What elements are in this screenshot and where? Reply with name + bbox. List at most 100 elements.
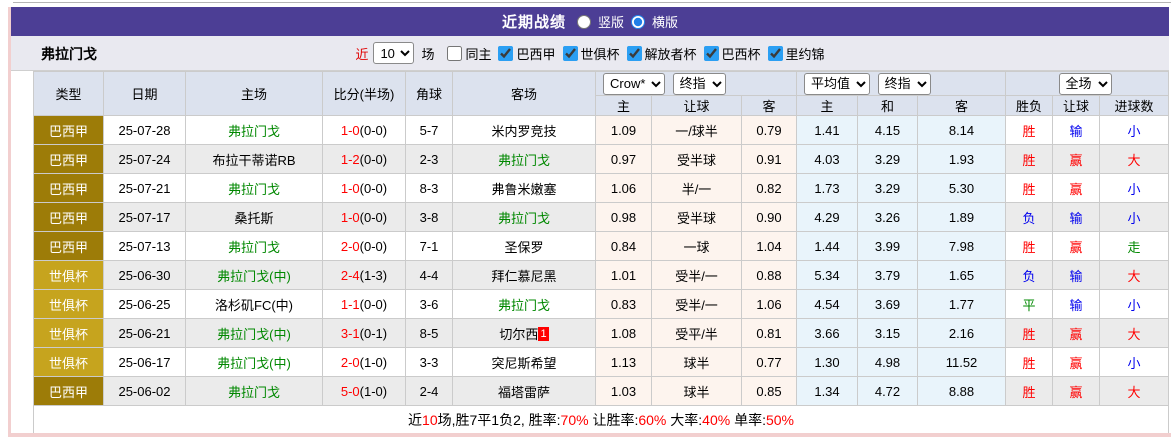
match-row: 巴西甲 25-07-24 布拉干蒂诺RB 1-2(0-0) 2-3 弗拉门戈 0… xyxy=(33,144,1170,174)
scope-select[interactable]: 全场 xyxy=(1058,72,1112,95)
match-row: 巴西甲 25-06-02 弗拉门戈 5-0(1-0) 2-4 福塔雷萨 1.03… xyxy=(33,376,1170,406)
avg-odds-draw: 3.69 xyxy=(857,289,918,319)
odds-away: 0.88 xyxy=(741,260,797,290)
away-team-name: 突尼斯希望 xyxy=(491,355,557,371)
odds-home: 0.83 xyxy=(595,289,652,319)
score-cell: 1-0(0-0) xyxy=(322,115,406,145)
away-team[interactable]: 弗拉门戈 xyxy=(452,202,596,232)
avg-odds-home: 1.73 xyxy=(796,173,858,203)
corner-count: 8-3 xyxy=(405,173,453,203)
half-time-score: (0-0) xyxy=(359,180,388,196)
league-badge: 巴西甲 xyxy=(33,144,104,174)
sub-header-avg-draw: 和 xyxy=(857,95,918,116)
away-team[interactable]: 弗拉门戈 xyxy=(452,289,596,319)
club-world-cup-checkbox[interactable] xyxy=(562,45,578,61)
sub-header-handicap-result: 让球 xyxy=(1052,95,1101,116)
score-cell: 2-0(0-0) xyxy=(322,231,406,261)
full-time-score: 5-0 xyxy=(340,383,360,399)
handicap-line: 受半/一 xyxy=(651,289,742,319)
average-select[interactable]: 平均值 xyxy=(804,72,870,95)
home-team[interactable]: 桑托斯 xyxy=(185,202,323,232)
bookmaker-final-select[interactable]: 终指 xyxy=(672,72,726,95)
avg-odds-home: 1.30 xyxy=(796,347,858,377)
average-final-select[interactable]: 终指 xyxy=(877,72,931,95)
sub-header-handicap: 让球 xyxy=(651,95,742,116)
goals-result: 小 xyxy=(1099,202,1170,232)
avg-odds-away: 1.77 xyxy=(916,289,1007,319)
odds-away: 0.82 xyxy=(741,173,797,203)
panel-title: 近期战绩 xyxy=(501,14,566,31)
half-time-score: (0-1) xyxy=(359,325,388,341)
avg-odds-home: 4.29 xyxy=(796,202,858,232)
win-loss-result: 胜 xyxy=(1005,347,1054,377)
avg-odds-draw: 4.15 xyxy=(857,115,918,145)
away-team[interactable]: 突尼斯希望 xyxy=(452,347,596,377)
goals-result: 大 xyxy=(1099,376,1170,406)
away-team[interactable]: 切尔西 1 xyxy=(452,318,596,348)
horizontal-layout-radio[interactable] xyxy=(631,14,645,29)
away-team[interactable]: 米内罗竞技 xyxy=(452,115,596,145)
bookmaker-select[interactable]: Crow* xyxy=(603,72,665,95)
half-time-score: (1-0) xyxy=(359,354,388,370)
corner-count: 7-1 xyxy=(405,231,453,261)
home-team[interactable]: 弗拉门戈(中) xyxy=(185,347,323,377)
score-cell: 2-4(1-3) xyxy=(322,260,406,290)
home-team[interactable]: 布拉干蒂诺RB xyxy=(185,144,323,174)
sub-header-odds-home: 主 xyxy=(595,95,652,116)
filter-bar: 弗拉门戈 近 10 场 同主 巴西甲 世俱杯 解放者杯 巴西杯 里约锦 xyxy=(11,36,1169,71)
avg-odds-draw: 3.29 xyxy=(857,144,918,174)
avg-odds-home: 4.54 xyxy=(796,289,858,319)
score-cell: 5-0(1-0) xyxy=(322,376,406,406)
sub-header-avg-away: 客 xyxy=(916,95,1007,116)
score-cell: 3-1(0-1) xyxy=(322,318,406,348)
avg-odds-home: 5.34 xyxy=(796,260,858,290)
horizontal-layout-label: 横版 xyxy=(652,15,679,30)
win-loss-result: 胜 xyxy=(1005,173,1054,203)
rio-state-label: 里约锦 xyxy=(785,46,825,62)
full-time-score: 2-0 xyxy=(340,354,360,370)
full-time-score: 2-4 xyxy=(340,267,360,283)
away-team[interactable]: 弗鲁米嫩塞 xyxy=(452,173,596,203)
goals-result: 大 xyxy=(1099,318,1170,348)
win-loss-result: 胜 xyxy=(1005,231,1054,261)
home-team[interactable]: 弗拉门戈 xyxy=(185,173,323,203)
away-team[interactable]: 福塔雷萨 xyxy=(452,376,596,406)
brazil-cup-checkbox[interactable] xyxy=(703,45,719,61)
avg-odds-draw: 4.72 xyxy=(857,376,918,406)
brazil-serie-a-label: 巴西甲 xyxy=(516,46,556,62)
avg-odds-draw: 3.29 xyxy=(857,173,918,203)
away-team[interactable]: 圣保罗 xyxy=(452,231,596,261)
divider xyxy=(13,2,1171,3)
handicap-result: 赢 xyxy=(1052,231,1101,261)
home-team[interactable]: 弗拉门戈(中) xyxy=(185,318,323,348)
avg-odds-home: 4.03 xyxy=(796,144,858,174)
vertical-layout-radio[interactable] xyxy=(576,14,591,29)
win-loss-result: 负 xyxy=(1005,202,1054,232)
home-team[interactable]: 弗拉门戈 xyxy=(185,115,323,145)
home-team[interactable]: 弗拉门戈 xyxy=(185,376,323,406)
libertadores-checkbox[interactable] xyxy=(626,45,642,61)
home-team[interactable]: 弗拉门戈(中) xyxy=(185,260,323,290)
away-team[interactable]: 拜仁慕尼黑 xyxy=(452,260,596,290)
avg-odds-home: 1.44 xyxy=(796,231,858,261)
home-team[interactable]: 弗拉门戈 xyxy=(185,231,323,261)
league-badge: 巴西甲 xyxy=(33,376,104,406)
home-team[interactable]: 洛杉矶FC(中) xyxy=(185,289,323,319)
match-row: 巴西甲 25-07-17 桑托斯 1-0(0-0) 3-8 弗拉门戈 0.98 … xyxy=(33,202,1170,232)
league-badge: 世俱杯 xyxy=(33,260,104,290)
same-home-checkbox[interactable] xyxy=(447,45,463,61)
vertical-layout-label: 竖版 xyxy=(597,15,624,30)
match-date: 25-07-24 xyxy=(103,144,186,174)
match-date: 25-06-17 xyxy=(103,347,186,377)
odds-home: 1.09 xyxy=(595,115,652,145)
recent-count-select[interactable]: 10 xyxy=(373,42,415,64)
avg-odds-draw: 3.79 xyxy=(857,260,918,290)
away-team[interactable]: 弗拉门戈 xyxy=(452,144,596,174)
score-cell: 1-0(0-0) xyxy=(322,173,406,203)
average-group-header: 平均值 终指 xyxy=(795,71,1007,96)
rio-state-checkbox[interactable] xyxy=(767,45,783,61)
odds-away: 0.90 xyxy=(741,202,797,232)
handicap-line: 一球 xyxy=(651,231,742,261)
league-badge: 巴西甲 xyxy=(33,115,104,145)
brazil-serie-a-checkbox[interactable] xyxy=(498,45,514,61)
